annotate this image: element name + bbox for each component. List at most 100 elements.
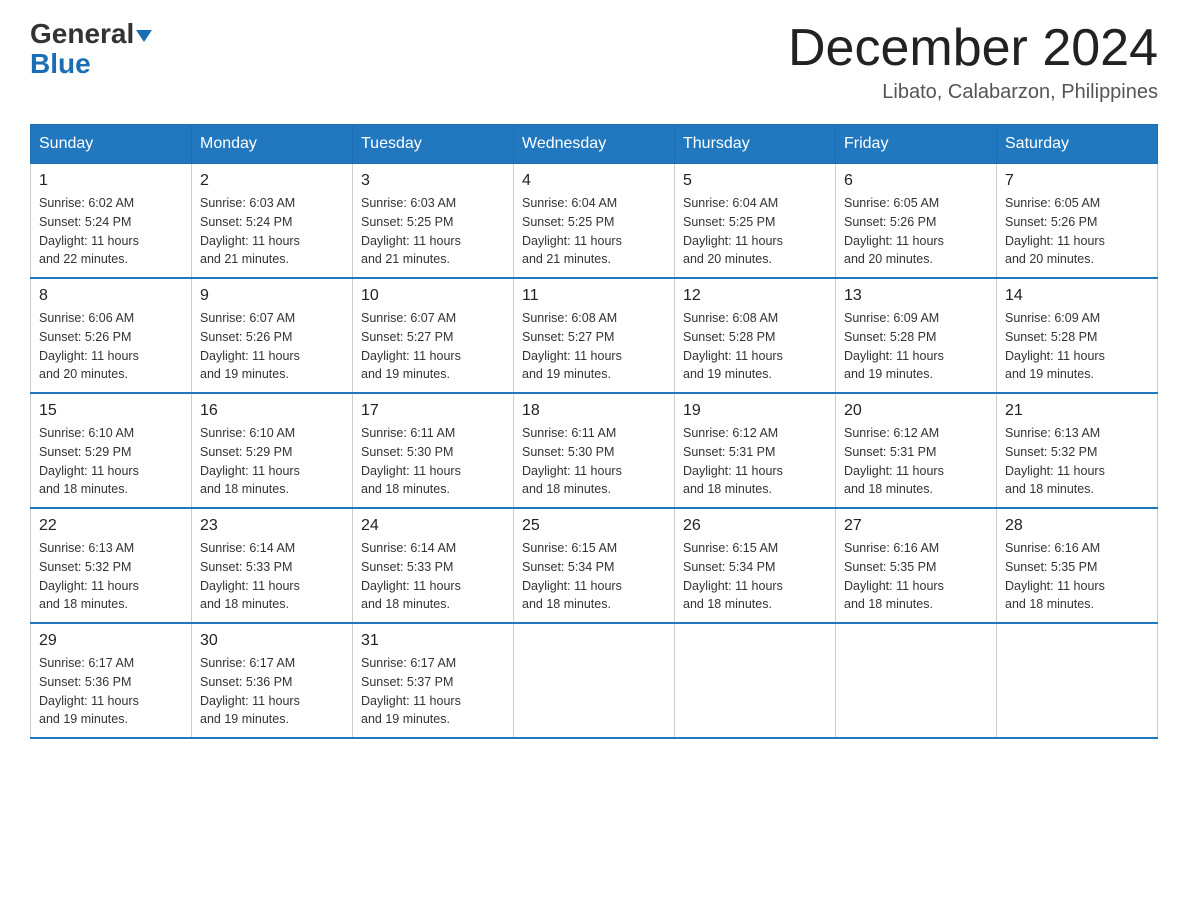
calendar-cell [514, 623, 675, 738]
calendar-cell: 11 Sunrise: 6:08 AM Sunset: 5:27 PM Dayl… [514, 278, 675, 393]
day-info: Sunrise: 6:17 AM Sunset: 5:37 PM Dayligh… [361, 654, 505, 729]
day-number: 1 [39, 172, 183, 190]
day-info: Sunrise: 6:12 AM Sunset: 5:31 PM Dayligh… [683, 424, 827, 499]
calendar-cell: 22 Sunrise: 6:13 AM Sunset: 5:32 PM Dayl… [31, 508, 192, 623]
calendar-cell: 8 Sunrise: 6:06 AM Sunset: 5:26 PM Dayli… [31, 278, 192, 393]
calendar-cell: 9 Sunrise: 6:07 AM Sunset: 5:26 PM Dayli… [192, 278, 353, 393]
week-row-4: 22 Sunrise: 6:13 AM Sunset: 5:32 PM Dayl… [31, 508, 1158, 623]
calendar-cell: 27 Sunrise: 6:16 AM Sunset: 5:35 PM Dayl… [836, 508, 997, 623]
calendar-cell [997, 623, 1158, 738]
day-info: Sunrise: 6:09 AM Sunset: 5:28 PM Dayligh… [1005, 309, 1149, 384]
day-number: 17 [361, 402, 505, 420]
day-info: Sunrise: 6:11 AM Sunset: 5:30 PM Dayligh… [522, 424, 666, 499]
calendar-cell: 6 Sunrise: 6:05 AM Sunset: 5:26 PM Dayli… [836, 164, 997, 279]
day-number: 11 [522, 287, 666, 305]
day-info: Sunrise: 6:07 AM Sunset: 5:26 PM Dayligh… [200, 309, 344, 384]
header-row: SundayMondayTuesdayWednesdayThursdayFrid… [31, 125, 1158, 164]
day-number: 2 [200, 172, 344, 190]
day-number: 29 [39, 632, 183, 650]
logo: General Blue [30, 20, 152, 78]
day-info: Sunrise: 6:17 AM Sunset: 5:36 PM Dayligh… [39, 654, 183, 729]
calendar-cell: 18 Sunrise: 6:11 AM Sunset: 5:30 PM Dayl… [514, 393, 675, 508]
day-info: Sunrise: 6:03 AM Sunset: 5:24 PM Dayligh… [200, 194, 344, 269]
page-header: General Blue December 2024 Libato, Calab… [30, 20, 1158, 104]
month-title: December 2024 [788, 20, 1158, 77]
calendar-body: 1 Sunrise: 6:02 AM Sunset: 5:24 PM Dayli… [31, 164, 1158, 739]
calendar-cell: 31 Sunrise: 6:17 AM Sunset: 5:37 PM Dayl… [353, 623, 514, 738]
location-text: Libato, Calabarzon, Philippines [788, 81, 1158, 104]
day-info: Sunrise: 6:08 AM Sunset: 5:27 PM Dayligh… [522, 309, 666, 384]
calendar-cell: 20 Sunrise: 6:12 AM Sunset: 5:31 PM Dayl… [836, 393, 997, 508]
day-number: 26 [683, 517, 827, 535]
day-info: Sunrise: 6:15 AM Sunset: 5:34 PM Dayligh… [522, 539, 666, 614]
day-info: Sunrise: 6:11 AM Sunset: 5:30 PM Dayligh… [361, 424, 505, 499]
day-info: Sunrise: 6:15 AM Sunset: 5:34 PM Dayligh… [683, 539, 827, 614]
calendar-cell: 7 Sunrise: 6:05 AM Sunset: 5:26 PM Dayli… [997, 164, 1158, 279]
day-number: 21 [1005, 402, 1149, 420]
calendar-cell: 28 Sunrise: 6:16 AM Sunset: 5:35 PM Dayl… [997, 508, 1158, 623]
day-info: Sunrise: 6:02 AM Sunset: 5:24 PM Dayligh… [39, 194, 183, 269]
day-info: Sunrise: 6:06 AM Sunset: 5:26 PM Dayligh… [39, 309, 183, 384]
logo-general-text: General [30, 20, 152, 48]
day-info: Sunrise: 6:08 AM Sunset: 5:28 PM Dayligh… [683, 309, 827, 384]
day-number: 15 [39, 402, 183, 420]
day-number: 30 [200, 632, 344, 650]
day-number: 18 [522, 402, 666, 420]
day-number: 16 [200, 402, 344, 420]
calendar-cell: 25 Sunrise: 6:15 AM Sunset: 5:34 PM Dayl… [514, 508, 675, 623]
week-row-2: 8 Sunrise: 6:06 AM Sunset: 5:26 PM Dayli… [31, 278, 1158, 393]
calendar-table: SundayMondayTuesdayWednesdayThursdayFrid… [30, 124, 1158, 739]
day-number: 28 [1005, 517, 1149, 535]
day-number: 10 [361, 287, 505, 305]
day-number: 8 [39, 287, 183, 305]
title-section: December 2024 Libato, Calabarzon, Philip… [788, 20, 1158, 104]
header-day-saturday: Saturday [997, 125, 1158, 164]
day-number: 13 [844, 287, 988, 305]
header-day-tuesday: Tuesday [353, 125, 514, 164]
calendar-cell: 14 Sunrise: 6:09 AM Sunset: 5:28 PM Dayl… [997, 278, 1158, 393]
day-info: Sunrise: 6:10 AM Sunset: 5:29 PM Dayligh… [200, 424, 344, 499]
calendar-cell: 26 Sunrise: 6:15 AM Sunset: 5:34 PM Dayl… [675, 508, 836, 623]
calendar-cell [675, 623, 836, 738]
header-day-friday: Friday [836, 125, 997, 164]
day-number: 7 [1005, 172, 1149, 190]
day-info: Sunrise: 6:13 AM Sunset: 5:32 PM Dayligh… [39, 539, 183, 614]
calendar-cell: 15 Sunrise: 6:10 AM Sunset: 5:29 PM Dayl… [31, 393, 192, 508]
day-info: Sunrise: 6:10 AM Sunset: 5:29 PM Dayligh… [39, 424, 183, 499]
day-number: 14 [1005, 287, 1149, 305]
day-info: Sunrise: 6:04 AM Sunset: 5:25 PM Dayligh… [522, 194, 666, 269]
day-info: Sunrise: 6:16 AM Sunset: 5:35 PM Dayligh… [1005, 539, 1149, 614]
day-number: 20 [844, 402, 988, 420]
day-number: 3 [361, 172, 505, 190]
calendar-cell [836, 623, 997, 738]
logo-blue-text: Blue [30, 50, 91, 78]
day-number: 4 [522, 172, 666, 190]
header-day-monday: Monday [192, 125, 353, 164]
day-info: Sunrise: 6:04 AM Sunset: 5:25 PM Dayligh… [683, 194, 827, 269]
calendar-cell: 30 Sunrise: 6:17 AM Sunset: 5:36 PM Dayl… [192, 623, 353, 738]
day-number: 25 [522, 517, 666, 535]
day-number: 24 [361, 517, 505, 535]
calendar-cell: 29 Sunrise: 6:17 AM Sunset: 5:36 PM Dayl… [31, 623, 192, 738]
day-info: Sunrise: 6:07 AM Sunset: 5:27 PM Dayligh… [361, 309, 505, 384]
calendar-cell: 2 Sunrise: 6:03 AM Sunset: 5:24 PM Dayli… [192, 164, 353, 279]
day-info: Sunrise: 6:17 AM Sunset: 5:36 PM Dayligh… [200, 654, 344, 729]
header-day-sunday: Sunday [31, 125, 192, 164]
header-day-wednesday: Wednesday [514, 125, 675, 164]
week-row-1: 1 Sunrise: 6:02 AM Sunset: 5:24 PM Dayli… [31, 164, 1158, 279]
calendar-cell: 19 Sunrise: 6:12 AM Sunset: 5:31 PM Dayl… [675, 393, 836, 508]
calendar-cell: 10 Sunrise: 6:07 AM Sunset: 5:27 PM Dayl… [353, 278, 514, 393]
day-number: 23 [200, 517, 344, 535]
calendar-cell: 4 Sunrise: 6:04 AM Sunset: 5:25 PM Dayli… [514, 164, 675, 279]
day-number: 5 [683, 172, 827, 190]
week-row-5: 29 Sunrise: 6:17 AM Sunset: 5:36 PM Dayl… [31, 623, 1158, 738]
calendar-cell: 3 Sunrise: 6:03 AM Sunset: 5:25 PM Dayli… [353, 164, 514, 279]
day-number: 22 [39, 517, 183, 535]
day-number: 19 [683, 402, 827, 420]
day-info: Sunrise: 6:14 AM Sunset: 5:33 PM Dayligh… [361, 539, 505, 614]
week-row-3: 15 Sunrise: 6:10 AM Sunset: 5:29 PM Dayl… [31, 393, 1158, 508]
day-info: Sunrise: 6:12 AM Sunset: 5:31 PM Dayligh… [844, 424, 988, 499]
calendar-cell: 17 Sunrise: 6:11 AM Sunset: 5:30 PM Dayl… [353, 393, 514, 508]
calendar-cell: 5 Sunrise: 6:04 AM Sunset: 5:25 PM Dayli… [675, 164, 836, 279]
day-info: Sunrise: 6:03 AM Sunset: 5:25 PM Dayligh… [361, 194, 505, 269]
